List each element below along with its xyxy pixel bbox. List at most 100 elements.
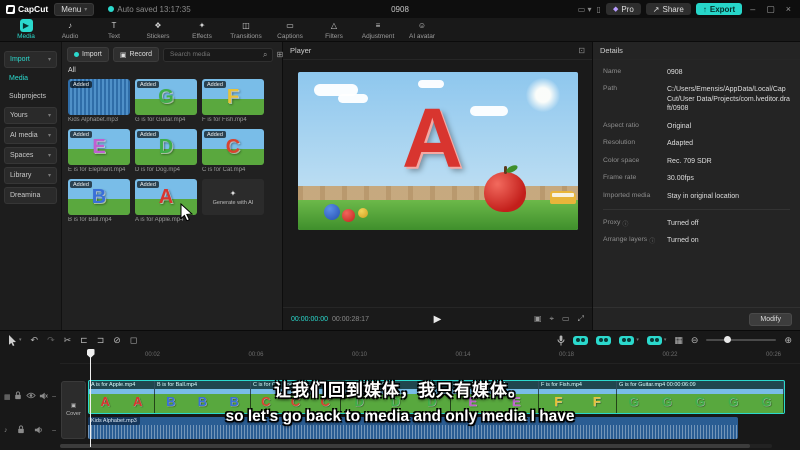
media-item-name: C is for Cat.mp4 xyxy=(202,167,246,173)
collapse-track-icon[interactable]: – xyxy=(52,427,56,434)
minimize-button[interactable]: – xyxy=(747,4,758,14)
tab-text[interactable]: T Text xyxy=(92,19,136,40)
ratio-icon[interactable]: ▭ xyxy=(562,314,570,324)
track-mode-toggle[interactable]: ▾ xyxy=(646,335,666,345)
pro-button[interactable]: ◆ Pro xyxy=(605,3,641,15)
track-thumb-icon[interactable]: ▦ xyxy=(4,393,11,401)
snap-toggle[interactable] xyxy=(573,335,589,345)
record-button[interactable]: ▣ Record xyxy=(112,47,160,62)
cover-icon: ▣ xyxy=(70,403,77,409)
lock-icon[interactable] xyxy=(17,425,25,436)
timeline-ruler[interactable]: 00:02 00:06 00:10 00:14 00:18 00:22 00:26 xyxy=(60,349,800,364)
timeline-zoom-slider[interactable] xyxy=(706,336,777,343)
speaker-icon[interactable] xyxy=(34,426,43,436)
undo-button[interactable]: ↶ xyxy=(31,335,39,346)
waveform-icon[interactable]: ♪ xyxy=(4,427,8,434)
audio-clip[interactable]: Kids Alphabet.mp3 xyxy=(88,417,738,439)
media-item[interactable]: Added Kids Alphabet.mp3 xyxy=(68,79,130,123)
clip-letter-graphic: B xyxy=(197,393,208,409)
panel-layout-icon[interactable]: ▯ xyxy=(597,5,601,14)
maximize-button[interactable]: ▢ xyxy=(763,4,778,15)
modify-button[interactable]: Modify xyxy=(749,312,792,326)
clip-letter-graphic: G xyxy=(694,393,706,409)
freeze-frame-button[interactable]: ◻ xyxy=(130,335,137,346)
media-filter-all[interactable]: All xyxy=(62,65,282,77)
tab-stickers[interactable]: ❖ Stickers xyxy=(136,19,180,40)
media-item[interactable]: B Added B is for Ball.mp4 xyxy=(68,179,130,223)
link-preview-toggle[interactable] xyxy=(596,335,612,345)
sidebar-item-library[interactable]: Library ▾ xyxy=(4,167,57,184)
scrollbar-thumb[interactable] xyxy=(60,444,750,448)
lock-icon[interactable] xyxy=(14,391,22,402)
sidebar-item-dreamina[interactable]: Dreamina xyxy=(4,187,57,204)
sidebar-item-yours[interactable]: Yours ▾ xyxy=(4,107,57,124)
delete-right-button[interactable]: ⊐ xyxy=(97,335,105,346)
player-expand-icon[interactable]: ⊡ xyxy=(578,46,585,55)
split-button[interactable]: ✂ xyxy=(64,335,72,346)
horizontal-scrollbar[interactable] xyxy=(60,444,772,448)
tab-captions[interactable]: ▭ Captions xyxy=(268,19,312,40)
sidebar-item-ai-media[interactable]: AI media ▾ xyxy=(4,127,57,144)
preview-quality-icon[interactable]: ⌖ xyxy=(550,314,555,324)
mute-track-icon[interactable] xyxy=(39,392,49,402)
import-button[interactable]: Import xyxy=(67,47,109,62)
video-preview[interactable]: A xyxy=(298,72,578,230)
tab-adjustment[interactable]: ≡ Adjustment xyxy=(356,19,400,40)
cover-button[interactable]: ▣ Cover xyxy=(61,381,86,439)
delete-button[interactable]: ⊘ xyxy=(113,335,121,346)
delete-left-button[interactable]: ⊏ xyxy=(80,335,88,346)
zoom-out-button[interactable]: ⊖ xyxy=(691,335,699,346)
video-clip[interactable]: E is for Elephant.mp4 E E xyxy=(451,381,539,413)
zoom-in-button[interactable]: ⊕ xyxy=(784,335,792,346)
tab-transitions[interactable]: ◫ Transitions xyxy=(224,19,268,40)
captions-icon: ▭ xyxy=(286,21,294,30)
playhead[interactable] xyxy=(86,349,95,447)
media-item[interactable]: C Added C is for Cat.mp4 xyxy=(202,129,264,173)
sidebar-item-import[interactable]: Import ▾ xyxy=(4,51,57,68)
media-item-name: B is for Ball.mp4 xyxy=(68,217,112,223)
collapse-track-icon[interactable]: – xyxy=(52,393,56,400)
media-item[interactable]: G Added G is for Guitar.mp4 xyxy=(135,79,197,123)
tab-effects[interactable]: ✦ Effects xyxy=(180,19,224,40)
share-button[interactable]: ↗ Share xyxy=(645,3,691,15)
hide-track-icon[interactable] xyxy=(26,392,36,401)
preview-axis-icon[interactable]: ▦ xyxy=(674,335,683,346)
details-panel: Details Name 0908 Path C:/Users/Emensis/App… xyxy=(593,42,800,330)
video-clip[interactable]: G is for Guitar.mp4 00:00:06:09 G G G G G xyxy=(617,381,784,413)
video-clip[interactable]: C is for Cat.mp4 C C C xyxy=(251,381,341,413)
export-button[interactable]: ↑ Export xyxy=(695,3,743,15)
voiceover-mic-button[interactable] xyxy=(557,335,565,346)
clip-name: G is for Guitar.mp4 00:00:06:09 xyxy=(617,381,783,389)
fullscreen-icon[interactable]: ⤢ xyxy=(578,314,584,324)
video-clip[interactable]: B is for Ball.mp4 B B B xyxy=(155,381,251,413)
player-header: Player ⊡ xyxy=(283,42,592,60)
tab-ai-avatar[interactable]: ☺ AI avatar xyxy=(400,19,444,40)
search-box[interactable]: ⌕ xyxy=(163,47,273,62)
sidebar-item-subprojects[interactable]: Subprojects xyxy=(4,89,57,104)
select-tool-button[interactable]: ▾ xyxy=(8,334,22,346)
close-button[interactable]: × xyxy=(783,4,794,14)
tab-filters[interactable]: △ Filters xyxy=(312,19,356,40)
media-item[interactable]: A Added A is for Apple.mp4 xyxy=(135,179,197,223)
video-clip[interactable]: F is for Fish.mp4 F F xyxy=(539,381,617,413)
sidebar-item-media[interactable]: Media xyxy=(4,71,57,86)
video-clip[interactable]: A is for Apple.mp4 A A xyxy=(89,381,155,413)
menu-button[interactable]: Menu ▾ xyxy=(54,2,95,16)
video-clip[interactable]: D is for Dog.mp4 D D D xyxy=(341,381,451,413)
tab-audio[interactable]: ♪ Audio xyxy=(48,19,92,40)
redo-button[interactable]: ↷ xyxy=(47,335,55,346)
sidebar-item-spaces[interactable]: Spaces ▾ xyxy=(4,147,57,164)
zoom-slider-knob[interactable] xyxy=(724,336,732,343)
tab-label: Filters xyxy=(325,33,343,40)
auto-ripple-toggle[interactable]: ▾ xyxy=(619,335,639,345)
tab-media[interactable]: ▶ Media xyxy=(4,19,48,40)
generate-with-ai-button[interactable]: ✦ Generate with AI xyxy=(202,179,264,215)
snapshot-icon[interactable]: ▣ xyxy=(534,314,542,324)
added-badge: Added xyxy=(137,131,159,138)
detail-label: Aspect ratio xyxy=(603,121,639,129)
layout-toggle-icon[interactable]: ▭ ▾ xyxy=(578,5,592,14)
search-input[interactable] xyxy=(168,50,261,59)
media-item[interactable]: E Added E is for Elephant.mp4 xyxy=(68,129,130,173)
media-item[interactable]: F Added F is for Fish.mp4 xyxy=(202,79,264,123)
media-item[interactable]: D Added D is for Dog.mp4 xyxy=(135,129,197,173)
